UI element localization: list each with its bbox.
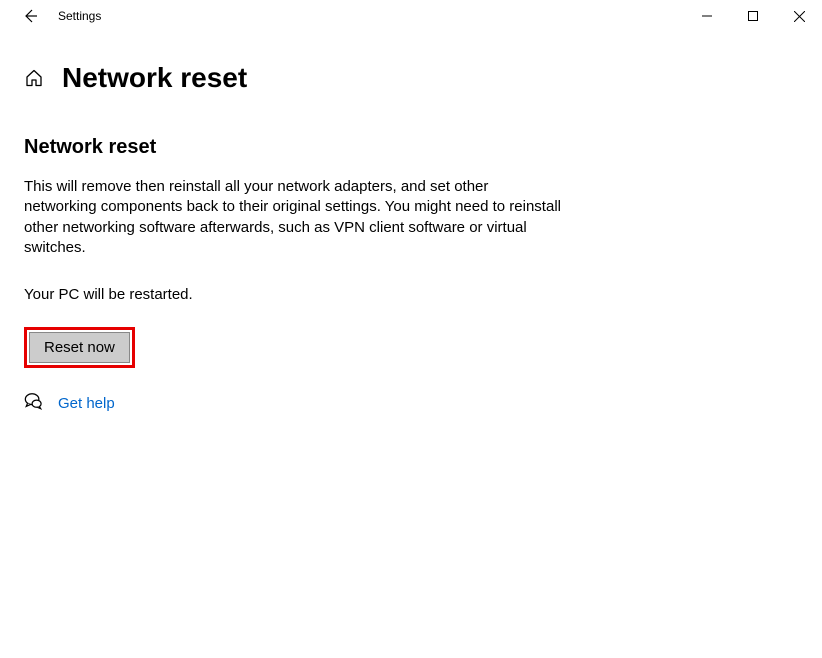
maximize-button[interactable]: [730, 0, 776, 32]
home-button[interactable]: [24, 68, 44, 88]
back-button[interactable]: [18, 4, 42, 28]
home-icon: [24, 68, 44, 88]
maximize-icon: [748, 11, 758, 21]
window-controls: [684, 0, 822, 32]
titlebar: Settings: [0, 0, 822, 32]
get-help-link[interactable]: Get help: [58, 395, 115, 412]
reset-now-button[interactable]: Reset now: [29, 332, 130, 363]
minimize-icon: [702, 11, 712, 21]
minimize-button[interactable]: [684, 0, 730, 32]
description-text: This will remove then reinstall all your…: [24, 177, 564, 258]
chat-help-icon: [24, 392, 42, 415]
page-header: Network reset: [0, 62, 822, 94]
arrow-left-icon: [22, 8, 38, 24]
section-title: Network reset: [24, 136, 600, 159]
help-row: Get help: [24, 392, 600, 415]
close-icon: [794, 11, 805, 22]
main-content: Network reset This will remove then rein…: [0, 94, 600, 415]
close-button[interactable]: [776, 0, 822, 32]
restart-note: Your PC will be restarted.: [24, 286, 600, 303]
highlight-box: Reset now: [24, 327, 135, 368]
page-title: Network reset: [62, 62, 247, 94]
app-title: Settings: [58, 9, 101, 23]
